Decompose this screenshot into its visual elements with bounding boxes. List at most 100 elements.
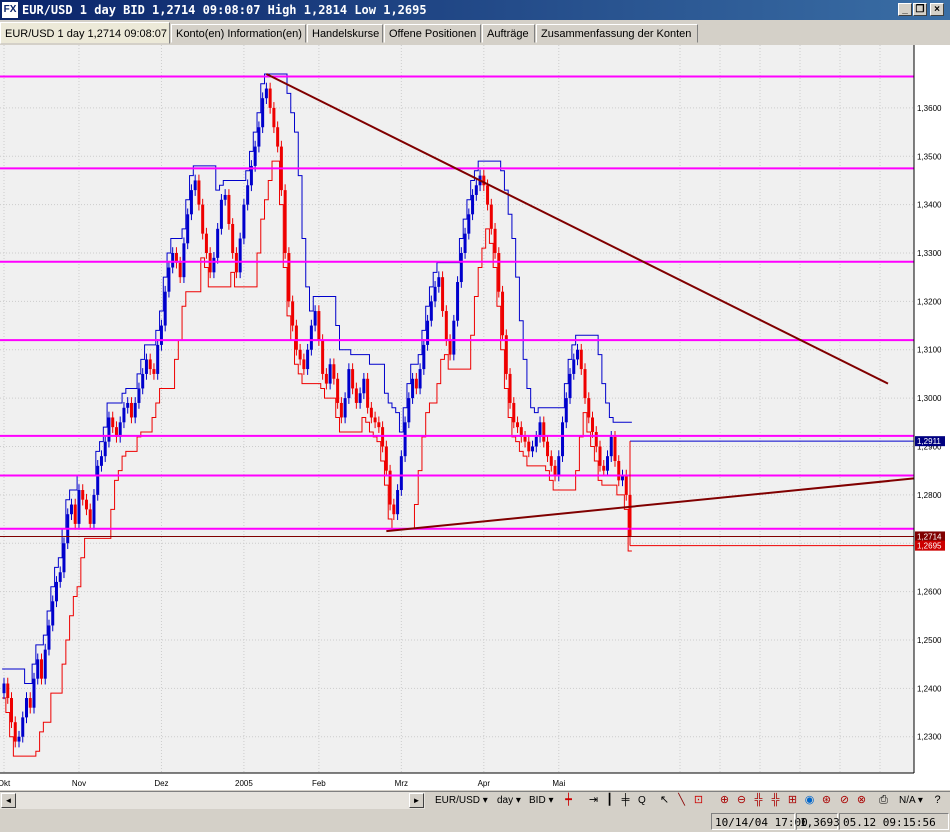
candle-body xyxy=(594,431,598,447)
y-tick-label: 1,2400 xyxy=(917,684,942,693)
period-select[interactable]: day ▾ xyxy=(497,793,521,808)
print-icon[interactable]: ⎙ xyxy=(877,794,890,807)
candle-body xyxy=(553,465,557,476)
tab-rates[interactable]: Handelskurse xyxy=(307,24,383,43)
candle-body xyxy=(403,422,407,457)
candle-body xyxy=(17,736,21,742)
tab-account-summary[interactable]: Zusammenfassung der Konten xyxy=(536,24,698,43)
fit-icon[interactable]: ⊞ xyxy=(786,794,799,807)
candle-body xyxy=(264,88,268,99)
zoom-out-icon[interactable]: ⊖ xyxy=(735,794,748,807)
chart-plot[interactable]: 1,23001,24001,25001,26001,27001,28001,29… xyxy=(0,45,950,790)
time-axis: Okt Nov Dez 2005 Feb Mrz Apr Mai xyxy=(0,772,914,788)
candle-body xyxy=(576,349,580,360)
price-label: 1,2695 xyxy=(917,542,942,551)
candle-body xyxy=(81,490,85,500)
restore-icon[interactable]: ❐ xyxy=(913,3,927,16)
price-chart[interactable]: 1,23001,24001,25001,26001,27001,28001,29… xyxy=(0,45,950,790)
candle-body xyxy=(171,253,175,268)
y-tick-label: 1,3600 xyxy=(917,104,942,113)
x-tick-label: Okt xyxy=(0,779,11,788)
candle-body xyxy=(347,369,351,399)
scroll-left-icon[interactable]: ◄ xyxy=(1,793,16,808)
settings-icon[interactable]: ⊗ xyxy=(855,794,868,807)
candle-body xyxy=(242,204,246,239)
tab-orders[interactable]: Aufträge xyxy=(482,24,535,43)
minimize-icon[interactable]: _ xyxy=(898,3,912,16)
candle-body xyxy=(613,436,617,461)
candle-body xyxy=(384,446,388,471)
candle-body xyxy=(9,698,13,723)
app-icon: FX xyxy=(2,2,18,18)
candle-body xyxy=(227,194,231,224)
close-icon[interactable]: × xyxy=(930,3,944,16)
candle-body xyxy=(77,490,81,524)
help-icon[interactable]: ? xyxy=(931,794,944,807)
candle-body xyxy=(62,543,66,573)
candle-body xyxy=(313,311,317,326)
candle-body xyxy=(272,107,276,128)
candle-body xyxy=(426,320,430,345)
candle-body xyxy=(564,398,568,423)
drawing-tool-icon[interactable]: ⊡ xyxy=(692,794,705,807)
grid-icon[interactable]: ╬ xyxy=(769,794,782,807)
scroll-right-icon[interactable]: ► xyxy=(409,793,424,808)
candle-body xyxy=(598,446,602,466)
y-tick-label: 1,2300 xyxy=(917,733,942,742)
tab-chart[interactable]: EUR/USD 1 day 1,2714 09:08:07 xyxy=(0,22,170,44)
y-tick-label: 1,2800 xyxy=(917,491,942,500)
candle-body xyxy=(399,456,403,491)
candle-body xyxy=(189,190,193,215)
cursor-icon[interactable]: ↖ xyxy=(658,794,671,807)
tools-icon[interactable]: ⊘ xyxy=(838,794,851,807)
line-tool-icon[interactable]: ╲ xyxy=(675,794,688,807)
candle-body xyxy=(474,185,478,195)
y-tick-label: 1,3100 xyxy=(917,346,942,355)
candle-body xyxy=(448,340,452,355)
candle-body xyxy=(159,325,163,345)
na-select[interactable]: N/A ▾ xyxy=(899,793,923,808)
candle-body xyxy=(111,417,115,428)
candle-body xyxy=(238,238,242,273)
candle-body xyxy=(107,417,111,442)
crosshair-icon[interactable]: ╬ xyxy=(752,794,765,807)
candle-body xyxy=(429,301,433,321)
tab-account-info[interactable]: Konto(en) Information(en) xyxy=(171,24,306,43)
candle-body xyxy=(328,364,332,384)
indicator-icon[interactable]: ◉ xyxy=(803,794,816,807)
candle-body xyxy=(369,407,373,418)
study-icon[interactable]: ⊛ xyxy=(820,794,833,807)
candle-icon[interactable]: ┿ xyxy=(562,794,575,807)
candle-body xyxy=(118,422,122,437)
tab-open-positions[interactable]: Offene Positionen xyxy=(384,24,481,43)
candle-body xyxy=(253,146,257,166)
instrument-select[interactable]: EUR/USD ▾ xyxy=(435,793,488,808)
candle-body xyxy=(411,378,415,399)
candle-body xyxy=(324,373,328,384)
candle-body xyxy=(178,262,182,278)
price-type-select[interactable]: BID ▾ xyxy=(529,793,553,808)
quote-button[interactable]: Q xyxy=(638,793,646,808)
candle-body xyxy=(144,359,148,374)
candle-body xyxy=(441,277,445,312)
candle-body xyxy=(437,277,441,287)
candle-body xyxy=(354,388,358,403)
candle-body xyxy=(287,253,291,302)
candle-body xyxy=(508,373,512,403)
candle-body xyxy=(587,398,591,418)
zoom-in-icon[interactable]: ⊕ xyxy=(718,794,731,807)
candle-body xyxy=(557,456,561,476)
scroll-end-icon[interactable]: ⇥ xyxy=(587,794,600,807)
y-tick-label: 1,2600 xyxy=(917,588,942,597)
candle-body xyxy=(96,465,100,495)
candle-body xyxy=(197,180,201,205)
horizontal-scrollbar[interactable]: ◄ ► xyxy=(0,791,425,809)
candle-body xyxy=(182,243,186,278)
candle-body xyxy=(351,369,355,389)
candle-body xyxy=(257,127,261,147)
candle-body xyxy=(13,722,17,742)
candle-chart-icon[interactable]: ╪ xyxy=(619,794,632,807)
bar-chart-icon[interactable]: ┃ xyxy=(603,794,616,807)
candle-body xyxy=(444,311,448,341)
candle-body xyxy=(336,378,340,403)
